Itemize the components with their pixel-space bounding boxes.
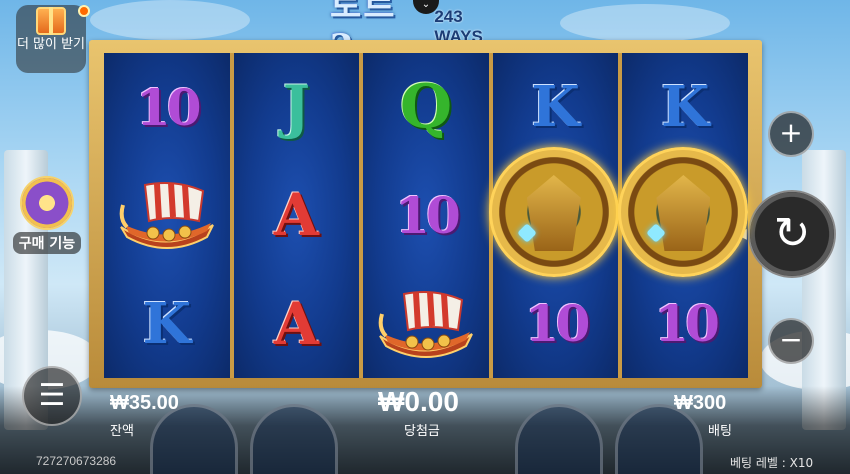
symbol-10: 10	[136, 77, 202, 137]
viking-ship-icon	[378, 290, 473, 358]
symbol-K: K	[142, 290, 192, 357]
symbol-J: J	[282, 73, 311, 142]
reel-2: J A A	[233, 53, 360, 378]
plus-icon: +	[779, 116, 803, 149]
get-more-button[interactable]: 더 많이 받기	[16, 5, 90, 73]
bet-increase-button[interactable]: +	[768, 111, 814, 157]
buy-feature-button[interactable]: 구매 기능	[6, 176, 88, 256]
refresh-icon: ↻	[773, 208, 811, 259]
symbol-A: A	[273, 181, 319, 250]
bet-value[interactable]: ₩300	[674, 392, 726, 415]
balance-value: ₩35.00	[110, 392, 179, 414]
symbol-10: 10	[524, 294, 591, 354]
viking-ship-icon	[119, 182, 214, 250]
reel-5: K 10	[618, 53, 749, 378]
get-more-label: 더 많이 받기	[16, 37, 86, 52]
bet-decrease-button[interactable]: −	[768, 318, 814, 364]
symbol-A: A	[273, 289, 319, 358]
bet-level: 베팅 레벨 : X10	[730, 456, 814, 470]
menu-button[interactable]: ☰	[22, 366, 82, 426]
minus-icon: −	[779, 323, 803, 356]
notification-dot	[78, 5, 90, 17]
symbol-ship	[104, 161, 230, 269]
symbol-K: K	[660, 74, 710, 141]
symbol-10: 10	[654, 294, 720, 354]
balance-label: 잔액	[110, 424, 134, 439]
warrior-wild-icon	[618, 147, 749, 277]
symbol-K: K	[531, 74, 580, 141]
win-label: 당첨금	[404, 424, 440, 439]
symbol-10: 10	[395, 185, 461, 245]
reel-frame: 10 K J A A Q 10 K 10 K 10	[89, 40, 762, 388]
gift-icon	[36, 7, 66, 35]
spin-button[interactable]: ↻	[748, 190, 836, 278]
hamburger-icon: ☰	[38, 378, 66, 413]
tree-emblem-icon	[20, 176, 74, 230]
symbol-ship	[363, 270, 489, 378]
reel-3: Q 10	[363, 53, 489, 378]
win-value: ₩0.00	[378, 386, 459, 417]
buy-feature-label: 구매 기능	[12, 232, 82, 254]
warrior-wild-icon	[488, 147, 619, 277]
reel-grid: 10 K J A A Q 10 K 10 K 10	[104, 53, 749, 378]
bet-label: 배팅	[708, 424, 732, 439]
reel-4: K 10	[488, 53, 619, 378]
game-logo: 토르 2 243 WAYS	[330, 0, 510, 67]
reel-1: 10 K	[104, 53, 230, 378]
round-id: 727270673286	[36, 454, 117, 468]
symbol-Q: Q	[399, 72, 453, 143]
